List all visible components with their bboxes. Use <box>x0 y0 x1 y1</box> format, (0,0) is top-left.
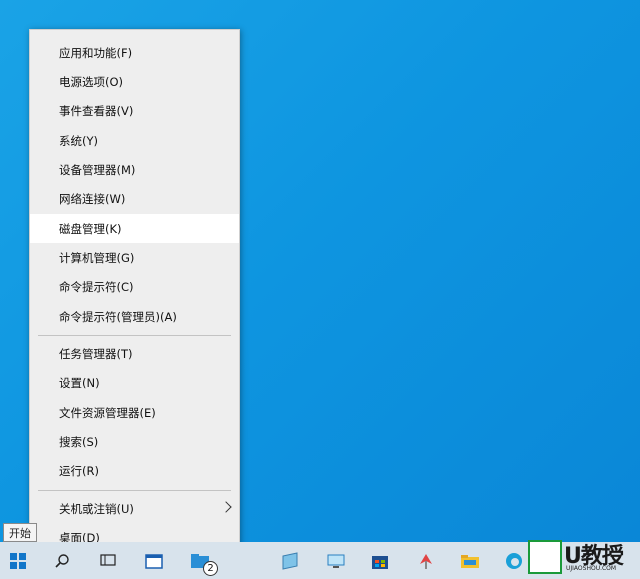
taskbar-app-notes[interactable] <box>276 542 304 579</box>
task-view-button[interactable] <box>94 542 122 579</box>
menu-item-task-manager[interactable]: 任务管理器(T) <box>30 339 239 368</box>
start-tooltip: 开始 <box>3 523 37 542</box>
menu-item-label: 应用和功能(F) <box>59 45 133 60</box>
menu-item-search[interactable]: 搜索(S) <box>30 427 239 456</box>
monitor-icon <box>327 554 345 568</box>
tooltip-text: 开始 <box>9 526 31 540</box>
start-button[interactable] <box>0 542 38 579</box>
menu-item-label: 命令提示符(C) <box>59 279 134 294</box>
menu-item-label: 设备管理器(M) <box>59 162 136 177</box>
menu-item-label: 关机或注销(U) <box>59 501 134 516</box>
menu-item-command-prompt-admin[interactable]: 命令提示符(管理员)(A) <box>30 302 239 331</box>
menu-item-device-manager[interactable]: 设备管理器(M) <box>30 155 239 184</box>
taskbar-app-store[interactable] <box>366 542 394 579</box>
watermark-url: UJIAOSHOU.COM <box>566 565 617 572</box>
search-icon <box>55 553 69 568</box>
menu-item-computer-management[interactable]: 计算机管理(G) <box>30 243 239 272</box>
menu-item-label: 网络连接(W) <box>59 191 126 206</box>
taskbar-app-edge[interactable] <box>500 542 528 579</box>
microsoft-store-icon <box>372 555 388 569</box>
menu-item-label: 电源选项(O) <box>59 74 124 89</box>
winx-context-menu: 应用和功能(F) 电源选项(O) 事件查看器(V) 系统(Y) 设备管理器(M)… <box>29 29 240 558</box>
menu-item-disk-management[interactable]: 磁盘管理(K) <box>30 214 239 243</box>
menu-item-apps-features[interactable]: 应用和功能(F) <box>30 38 239 67</box>
watermark-windows-icon <box>528 540 562 574</box>
badge-count: 2 <box>207 563 214 574</box>
menu-item-file-explorer[interactable]: 文件资源管理器(E) <box>30 398 239 427</box>
menu-item-label: 系统(Y) <box>59 133 98 148</box>
notification-badge: 2 <box>203 561 218 576</box>
menu-item-settings[interactable]: 设置(N) <box>30 368 239 397</box>
watermark-logo: U教授 UJIAOSHOU.COM <box>528 538 640 579</box>
calendar-app-icon <box>145 553 163 569</box>
app-icon <box>420 553 432 569</box>
search-button[interactable] <box>48 542 76 579</box>
menu-item-label: 运行(R) <box>59 463 99 478</box>
note-icon <box>282 551 298 570</box>
menu-item-label: 计算机管理(G) <box>59 250 135 265</box>
file-explorer-icon <box>461 554 479 568</box>
menu-item-label: 任务管理器(T) <box>59 346 133 361</box>
edge-icon <box>506 552 522 569</box>
menu-item-label: 文件资源管理器(E) <box>59 405 156 420</box>
menu-item-shutdown-signout[interactable]: 关机或注销(U) <box>30 494 239 523</box>
menu-item-label: 设置(N) <box>59 375 100 390</box>
chevron-right-icon <box>220 501 232 513</box>
windows-start-icon <box>10 553 26 569</box>
menu-item-label: 命令提示符(管理员)(A) <box>59 309 177 324</box>
menu-item-event-viewer[interactable]: 事件查看器(V) <box>30 96 239 125</box>
menu-item-system[interactable]: 系统(Y) <box>30 126 239 155</box>
taskbar-app-monitor[interactable] <box>322 542 350 579</box>
menu-item-label: 搜索(S) <box>59 434 99 449</box>
menu-item-label: 磁盘管理(K) <box>59 221 122 236</box>
taskbar-app-file-explorer[interactable] <box>456 542 484 579</box>
menu-item-power-options[interactable]: 电源选项(O) <box>30 67 239 96</box>
menu-item-run[interactable]: 运行(R) <box>30 456 239 485</box>
menu-item-network-connections[interactable]: 网络连接(W) <box>30 184 239 213</box>
menu-item-command-prompt[interactable]: 命令提示符(C) <box>30 272 239 301</box>
menu-separator <box>38 335 231 336</box>
taskbar-app-calendar[interactable] <box>140 542 168 579</box>
taskbar-app-generic[interactable] <box>412 542 440 579</box>
task-view-icon <box>100 553 116 566</box>
menu-separator <box>38 490 231 491</box>
menu-item-label: 事件查看器(V) <box>59 103 134 118</box>
